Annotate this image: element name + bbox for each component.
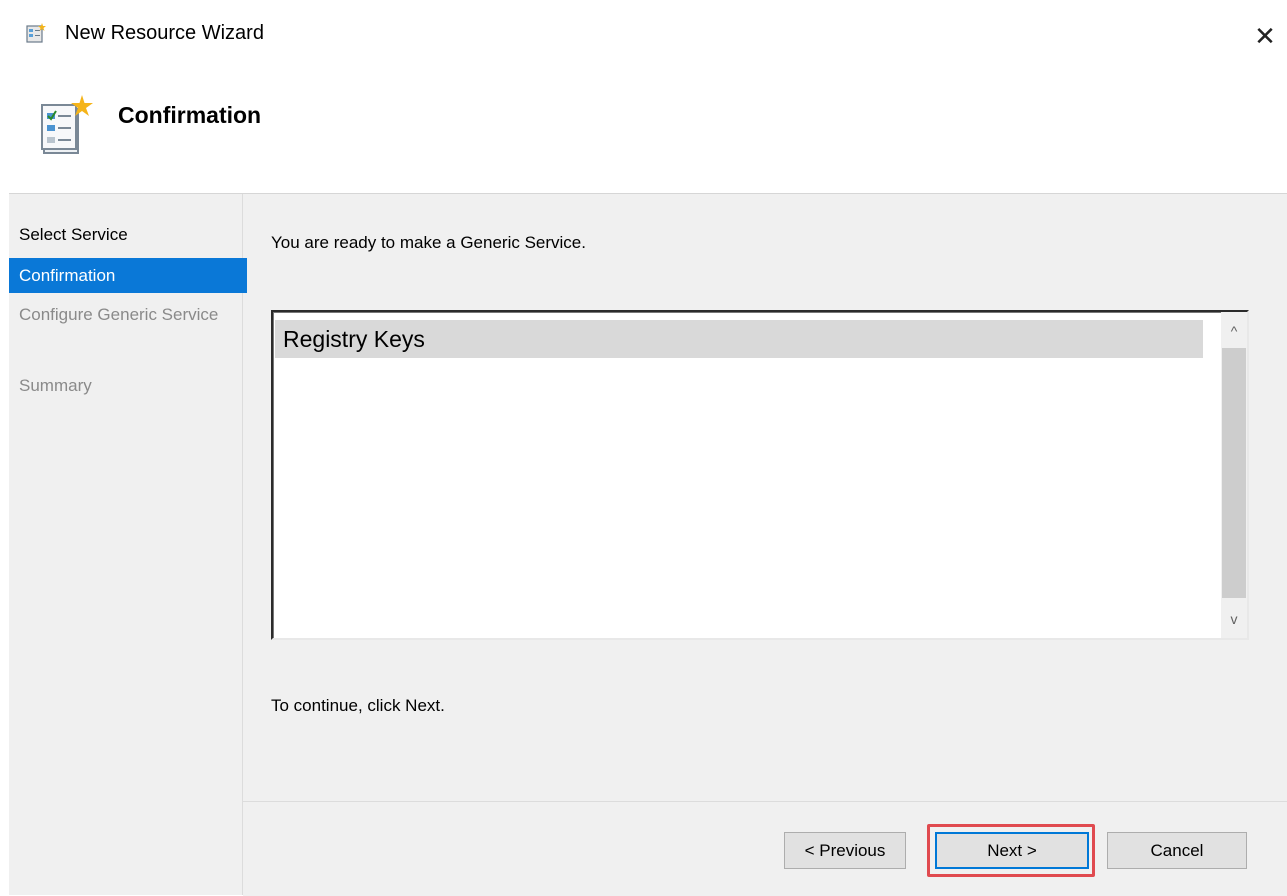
wizard-header: Confirmation bbox=[9, 70, 1287, 194]
list-item[interactable]: Registry Keys bbox=[275, 320, 1203, 358]
wizard-content: You are ready to make a Generic Service.… bbox=[243, 194, 1287, 896]
step-confirmation[interactable]: Confirmation bbox=[9, 258, 247, 293]
scroll-up-arrow-icon[interactable]: ^ bbox=[1221, 316, 1247, 346]
confirmation-list[interactable]: Registry Keys ^ v bbox=[271, 310, 1249, 640]
window-title: New Resource Wizard bbox=[65, 22, 264, 44]
next-button[interactable]: Next > bbox=[935, 832, 1089, 869]
button-bar: < Previous Next > Cancel bbox=[243, 801, 1287, 896]
wizard-icon bbox=[25, 22, 47, 44]
wizard-steps: Select Service Confirmation Configure Ge… bbox=[9, 194, 247, 895]
intro-text: You are ready to make a Generic Service. bbox=[271, 233, 586, 252]
previous-button[interactable]: < Previous bbox=[784, 832, 906, 869]
scroll-thumb[interactable] bbox=[1222, 348, 1246, 598]
window-edge bbox=[0, 0, 9, 895]
wizard-checklist-icon bbox=[38, 95, 98, 159]
wizard-window: New Resource Wizard ✕ Confirmation Selec… bbox=[0, 0, 1287, 896]
close-button[interactable]: ✕ bbox=[1243, 14, 1287, 58]
close-icon: ✕ bbox=[1254, 21, 1276, 51]
step-configure-generic-service[interactable]: Configure Generic Service bbox=[9, 305, 237, 325]
page-title: Confirmation bbox=[118, 102, 262, 128]
vertical-scrollbar[interactable]: ^ v bbox=[1221, 312, 1247, 638]
title-bar: New Resource Wizard ✕ bbox=[9, 0, 1287, 70]
cancel-button[interactable]: Cancel bbox=[1107, 832, 1247, 869]
step-summary[interactable]: Summary bbox=[9, 376, 247, 396]
step-select-service[interactable]: Select Service bbox=[9, 225, 247, 245]
scroll-down-arrow-icon[interactable]: v bbox=[1221, 604, 1247, 634]
continue-instruction: To continue, click Next. bbox=[271, 696, 445, 715]
